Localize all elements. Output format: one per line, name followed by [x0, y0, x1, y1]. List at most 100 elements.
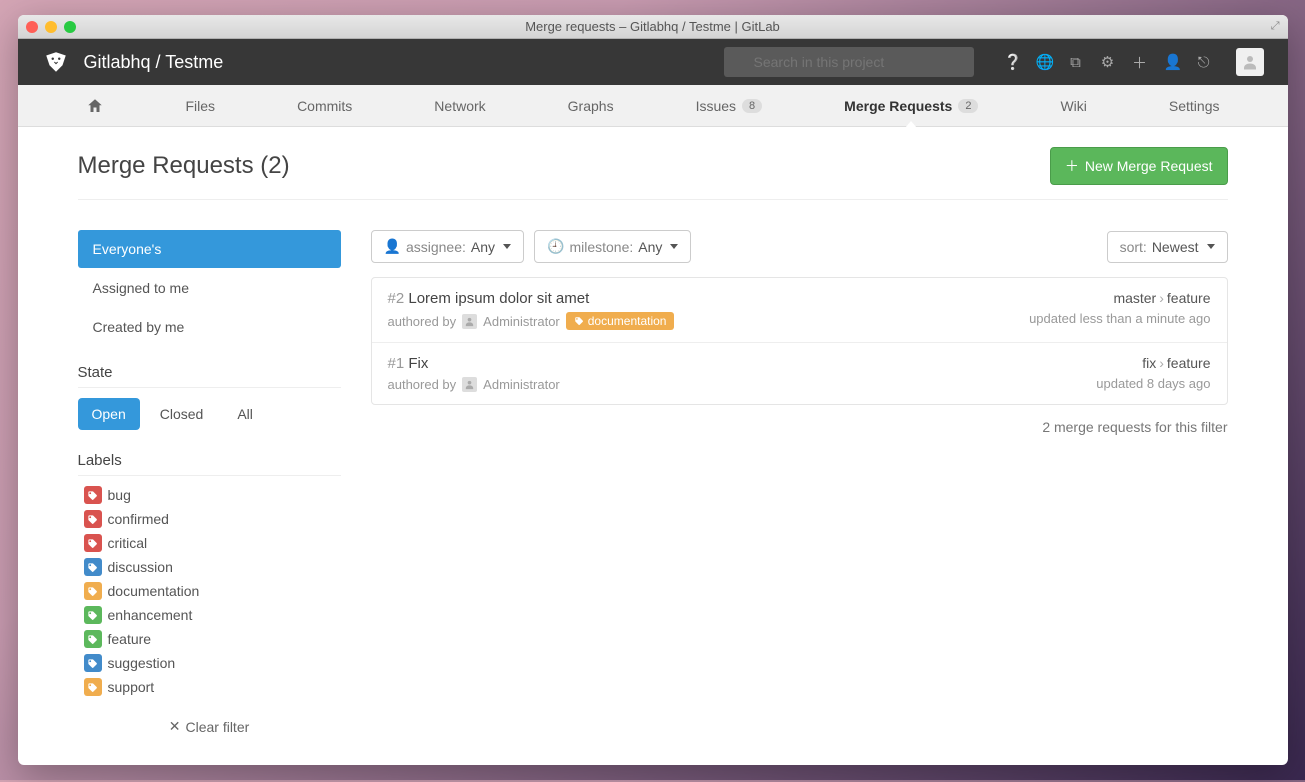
mr-title-line: #1 Fix — [388, 355, 560, 372]
maximize-icon[interactable]: ⤢ — [1271, 20, 1280, 33]
app-window: Merge requests – Gitlabhq / Testme | Git… — [18, 15, 1288, 765]
tag-icon — [84, 654, 102, 672]
filter-label: milestone: — [569, 239, 633, 255]
merge-request-item[interactable]: #2 Lorem ipsum dolor sit amet authored by… — [372, 278, 1227, 343]
state-tabs: Open Closed All — [78, 398, 341, 430]
label-name: enhancement — [108, 607, 193, 623]
tag-icon — [84, 534, 102, 552]
mr-label-tag[interactable]: documentation — [566, 312, 675, 330]
nav-label: Network — [434, 98, 485, 114]
window-title: Merge requests – Gitlabhq / Testme | Git… — [18, 19, 1288, 34]
globe-icon[interactable]: 🌐 — [1036, 53, 1052, 71]
top-nav: Gitlabhq / Testme 🔍 ❔ 🌐 ⧉ ⚙ ＋ 👤 ⎋ — [18, 39, 1288, 85]
mr-title: Fix — [408, 355, 428, 372]
merge-request-list: #2 Lorem ipsum dolor sit amet authored by… — [371, 277, 1228, 405]
label-name: confirmed — [108, 511, 169, 527]
tag-icon — [84, 630, 102, 648]
filter-label: assignee: — [406, 239, 466, 255]
scope-assigned-to-me[interactable]: Assigned to me — [78, 269, 341, 307]
milestone-filter[interactable]: 🕘 milestone: Any — [534, 230, 691, 263]
issues-count-badge: 8 — [742, 99, 762, 113]
topnav-icons: ❔ 🌐 ⧉ ⚙ ＋ 👤 ⎋ — [1004, 48, 1264, 76]
close-window-button[interactable] — [26, 21, 38, 33]
scope-everyones[interactable]: Everyone's — [78, 230, 341, 268]
avatar[interactable] — [1236, 48, 1264, 76]
mr-title-line: #2 Lorem ipsum dolor sit amet — [388, 290, 675, 307]
nav-network[interactable]: Network — [426, 85, 493, 127]
plus-icon[interactable]: ＋ — [1132, 52, 1148, 73]
help-icon[interactable]: ❔ — [1004, 53, 1020, 71]
label-item[interactable]: support — [84, 678, 341, 696]
state-open[interactable]: Open — [78, 398, 140, 430]
chevron-right-icon: › — [1159, 355, 1164, 371]
settings-gears-icon[interactable]: ⚙ — [1100, 53, 1116, 71]
page-title: Merge Requests (2) — [78, 152, 290, 180]
scope-created-by-me[interactable]: Created by me — [78, 308, 341, 346]
label-name: critical — [108, 535, 148, 551]
new-merge-request-button[interactable]: ＋ New Merge Request — [1050, 147, 1228, 185]
authored-by-label: authored by — [388, 377, 457, 392]
search-input[interactable] — [724, 47, 974, 77]
nav-wiki[interactable]: Wiki — [1052, 85, 1094, 127]
zoom-window-button[interactable] — [64, 21, 76, 33]
nav-settings[interactable]: Settings — [1161, 85, 1228, 127]
nav-files[interactable]: Files — [178, 85, 224, 127]
nav-label: Files — [186, 98, 216, 114]
label-item[interactable]: documentation — [84, 582, 341, 600]
chevron-down-icon — [503, 244, 511, 249]
branch-line: master›feature — [1029, 290, 1210, 306]
breadcrumb[interactable]: Gitlabhq / Testme — [84, 52, 224, 73]
merge-request-item[interactable]: #1 Fixauthored byAdministratorfix›featur… — [372, 343, 1227, 404]
filters-row: 👤 assignee: Any 🕘 milestone: Any sort: — [371, 230, 1228, 263]
chevron-down-icon — [1207, 244, 1215, 249]
copy-icon[interactable]: ⧉ — [1068, 54, 1084, 71]
button-label: New Merge Request — [1085, 158, 1213, 174]
nav-commits[interactable]: Commits — [289, 85, 360, 127]
mr-number: #1 — [388, 355, 409, 372]
branch-line: fix›feature — [1096, 355, 1210, 371]
tag-icon — [84, 606, 102, 624]
label-name: feature — [108, 631, 152, 647]
main-row: Everyone's Assigned to me Created by me … — [78, 230, 1228, 735]
label-item[interactable]: enhancement — [84, 606, 341, 624]
nav-graphs[interactable]: Graphs — [560, 85, 622, 127]
clear-filter-label: Clear filter — [185, 719, 249, 735]
tag-icon — [84, 678, 102, 696]
user-icon[interactable]: 👤 — [1164, 53, 1180, 71]
label-item[interactable]: discussion — [84, 558, 341, 576]
state-closed[interactable]: Closed — [146, 398, 218, 430]
nav-issues[interactable]: Issues 8 — [688, 85, 771, 127]
mr-meta: authored byAdministratordocumentation — [388, 312, 675, 330]
author-avatar-icon — [462, 314, 477, 329]
content: Merge Requests (2) ＋ New Merge Request E… — [18, 127, 1288, 765]
minimize-window-button[interactable] — [45, 21, 57, 33]
assignee-filter[interactable]: 👤 assignee: Any — [371, 230, 525, 263]
state-heading: State — [78, 364, 341, 388]
clear-filter-button[interactable]: ✕ Clear filter — [78, 718, 341, 735]
main-panel: 👤 assignee: Any 🕘 milestone: Any sort: — [371, 230, 1228, 735]
nav-label: Graphs — [568, 98, 614, 114]
nav-merge-requests[interactable]: Merge Requests 2 — [836, 85, 986, 127]
label-name: bug — [108, 487, 131, 503]
scope-list: Everyone's Assigned to me Created by me — [78, 230, 341, 346]
label-item[interactable]: confirmed — [84, 510, 341, 528]
nav-home[interactable] — [78, 85, 112, 127]
label-item[interactable]: bug — [84, 486, 341, 504]
sort-filter[interactable]: sort: Newest — [1107, 231, 1228, 263]
label-item[interactable]: feature — [84, 630, 341, 648]
label-item[interactable]: suggestion — [84, 654, 341, 672]
gitlab-logo[interactable] — [42, 48, 70, 76]
authored-by-label: authored by — [388, 314, 457, 329]
target-branch: master — [1113, 290, 1156, 306]
signout-icon[interactable]: ⎋ — [1196, 54, 1212, 71]
plus-icon: ＋ — [1065, 156, 1079, 176]
mr-title: Lorem ipsum dolor sit amet — [408, 290, 589, 307]
state-all[interactable]: All — [223, 398, 267, 430]
project-nav: Files Commits Network Graphs Issues 8 Me… — [18, 85, 1288, 127]
label-item[interactable]: critical — [84, 534, 341, 552]
chevron-down-icon — [670, 244, 678, 249]
tag-icon — [84, 486, 102, 504]
tag-icon — [84, 582, 102, 600]
page-header: Merge Requests (2) ＋ New Merge Request — [78, 147, 1228, 200]
nav-label: Issues — [696, 98, 736, 114]
